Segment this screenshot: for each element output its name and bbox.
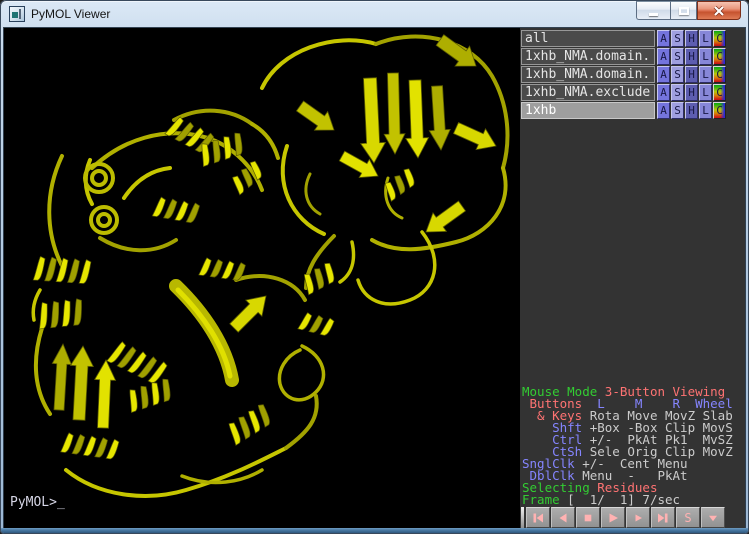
object-label-button[interactable]: L — [699, 48, 712, 65]
object-color-button[interactable]: C — [713, 66, 726, 83]
object-action-button[interactable]: A — [657, 102, 670, 119]
object-label-button[interactable]: L — [699, 84, 712, 101]
skip-end-icon — [657, 512, 669, 524]
app-icon-detail — [19, 9, 21, 19]
menu-down-button[interactable] — [701, 507, 725, 528]
app-icon-detail — [12, 12, 18, 18]
molecule-canvas — [4, 28, 520, 530]
object-label-button[interactable]: L — [699, 30, 712, 47]
skip-start-icon — [532, 512, 544, 524]
object-color-button[interactable]: C — [713, 30, 726, 47]
go-to-start-button[interactable] — [526, 507, 550, 528]
object-hide-button[interactable]: H — [685, 102, 698, 119]
object-hide-button[interactable]: H — [685, 84, 698, 101]
scene-s-button[interactable]: S — [676, 507, 700, 528]
object-action-buttons: ASHLC — [657, 48, 727, 65]
stop-icon — [582, 512, 594, 524]
window-title: PyMOL Viewer — [31, 7, 110, 21]
internal-gui-panel: allASHLC1xhb_NMA.domain.ASHLC1xhb_NMA.do… — [520, 28, 745, 530]
playback-controls: S — [521, 507, 726, 528]
close-icon — [713, 6, 725, 16]
object-name-button[interactable]: 1xhb_NMA.domain. — [521, 66, 655, 83]
object-action-button[interactable]: A — [657, 66, 670, 83]
titlebar[interactable]: PyMOL Viewer — [0, 0, 749, 28]
back-icon — [557, 512, 569, 524]
object-action-buttons: ASHLC — [657, 30, 727, 47]
object-row: 1xhb_NMA.domain.ASHLC — [521, 48, 744, 65]
go-to-end-button[interactable] — [651, 507, 675, 528]
mouse-panel: Mouse Mode 3-Button Viewing Buttons L M … — [522, 386, 733, 506]
maximize-button[interactable] — [670, 1, 697, 20]
step-back-button[interactable] — [551, 507, 575, 528]
minimize-icon — [649, 13, 658, 16]
object-label-button[interactable]: L — [699, 102, 712, 119]
object-color-button[interactable]: C — [713, 48, 726, 65]
object-hide-button[interactable]: H — [685, 48, 698, 65]
object-name-button[interactable]: 1xhb_NMA.domain. — [521, 48, 655, 65]
step-forward-button[interactable] — [626, 507, 650, 528]
object-list: allASHLC1xhb_NMA.domain.ASHLC1xhb_NMA.do… — [521, 30, 744, 120]
object-label-button[interactable]: L — [699, 66, 712, 83]
object-color-button[interactable]: C — [713, 102, 726, 119]
object-show-button[interactable]: S — [671, 30, 684, 47]
down-icon — [707, 512, 719, 524]
client-area: PyMOL>_ allASHLC1xhb_NMA.domain.ASHLC1xh… — [4, 28, 745, 530]
app-icon — [9, 6, 25, 22]
object-name-button[interactable]: 1xhb — [521, 102, 655, 119]
command-prompt[interactable]: PyMOL>_ — [10, 496, 65, 510]
object-action-buttons: ASHLC — [657, 84, 727, 101]
object-hide-button[interactable]: H — [685, 66, 698, 83]
resize-gutter[interactable] — [521, 507, 524, 528]
object-row: allASHLC — [521, 30, 744, 47]
mouse-panel-line: Frame [ 1/ 1] 7/sec — [522, 494, 733, 506]
play-icon — [607, 512, 619, 524]
object-name-button[interactable]: all — [521, 30, 655, 47]
object-show-button[interactable]: S — [671, 48, 684, 65]
object-row: 1xhbASHLC — [521, 102, 744, 119]
object-action-buttons: ASHLC — [657, 102, 727, 119]
object-show-button[interactable]: S — [671, 102, 684, 119]
object-action-button[interactable]: A — [657, 84, 670, 101]
play-button[interactable] — [601, 507, 625, 528]
viewport-3d[interactable]: PyMOL>_ — [4, 28, 520, 530]
object-show-button[interactable]: S — [671, 66, 684, 83]
object-show-button[interactable]: S — [671, 84, 684, 101]
object-row: 1xhb_NMA.domain.ASHLC — [521, 66, 744, 83]
object-action-buttons: ASHLC — [657, 66, 727, 83]
object-row: 1xhb_NMA.excludeASHLC — [521, 84, 744, 101]
object-color-button[interactable]: C — [713, 84, 726, 101]
pymol-window: PyMOL Viewer PyMOL>_ allAS — [0, 0, 749, 534]
object-action-button[interactable]: A — [657, 48, 670, 65]
stop-button[interactable] — [576, 507, 600, 528]
scene-s-label: S — [684, 512, 691, 524]
forward-icon — [632, 512, 644, 524]
maximize-icon — [679, 7, 689, 15]
close-button[interactable] — [697, 1, 741, 20]
object-name-button[interactable]: 1xhb_NMA.exclude — [521, 84, 655, 101]
window-controls — [636, 1, 741, 20]
minimize-button[interactable] — [636, 1, 670, 20]
object-hide-button[interactable]: H — [685, 30, 698, 47]
protein-cartoon — [33, 35, 507, 496]
object-action-button[interactable]: A — [657, 30, 670, 47]
